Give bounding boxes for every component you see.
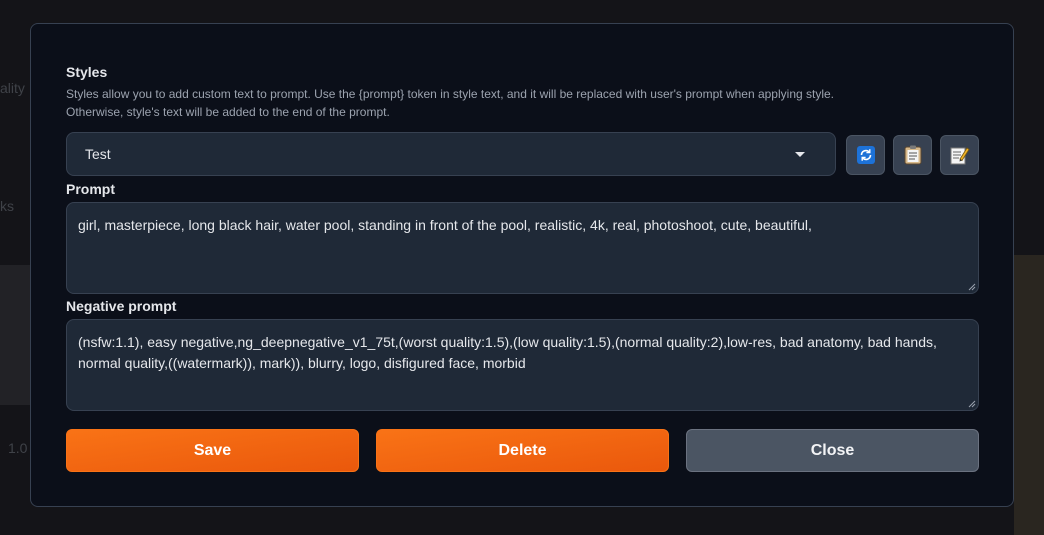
apply-style-button[interactable] [893,135,932,175]
resize-handle-icon[interactable] [968,283,976,291]
styles-modal: Styles Styles allow you to add custom te… [30,23,1014,507]
style-select-dropdown[interactable]: Test [66,132,836,176]
negative-prompt-textarea[interactable]: (nsfw:1.1), easy negative,ng_deepnegativ… [66,319,979,411]
background-image [1014,255,1044,535]
resize-handle-icon[interactable] [968,400,976,408]
background-text: ality [0,80,25,96]
styles-title: Styles [66,64,108,80]
negative-prompt-text: (nsfw:1.1), easy negative,ng_deepnegativ… [78,334,937,371]
chevron-down-icon [795,152,805,157]
prompt-text: girl, masterpiece, long black hair, wate… [78,217,812,233]
refresh-styles-button[interactable] [846,135,885,175]
negative-prompt-label: Negative prompt [66,298,177,314]
refresh-icon [856,146,875,164]
edit-note-icon [950,147,970,165]
background-text: 1.0 [8,440,28,456]
delete-button[interactable]: Delete [376,429,669,472]
prompt-textarea[interactable]: girl, masterpiece, long black hair, wate… [66,202,979,294]
save-button[interactable]: Save [66,429,359,472]
clipboard-icon [904,145,921,165]
styles-description: Styles allow you to add custom text to p… [66,87,835,119]
selected-style-value: Test [85,146,111,162]
edit-style-button[interactable] [940,135,979,175]
close-button[interactable]: Close [686,429,979,472]
prompt-label: Prompt [66,181,115,197]
background-text: ks [0,198,14,214]
